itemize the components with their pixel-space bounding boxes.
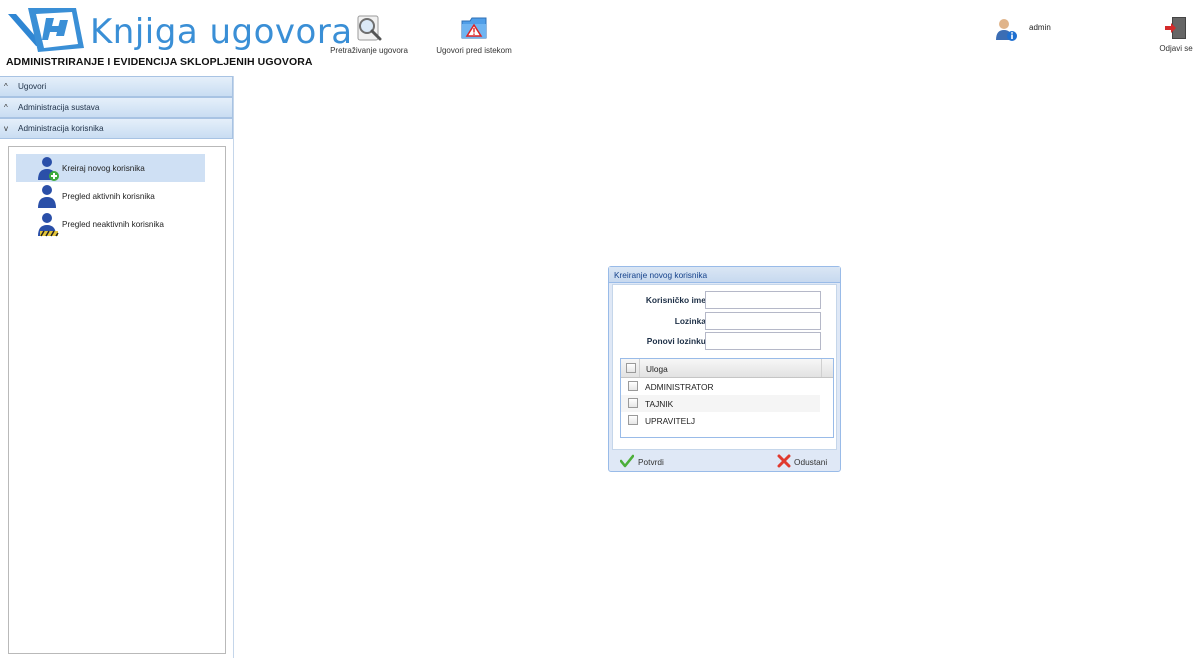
menu-item-label: Kreiraj novog korisnika bbox=[62, 164, 145, 173]
accordion-label: Ugovori bbox=[18, 82, 47, 91]
select-all-checkbox[interactable] bbox=[626, 363, 636, 373]
create-user-dialog: Kreiranje novog korisnika Korisničko ime… bbox=[608, 266, 841, 472]
accordion-administracija-korisnika[interactable]: v Administracija korisnika bbox=[0, 118, 233, 139]
accordion-ugovori[interactable]: ^ Ugovori bbox=[0, 76, 233, 97]
logo-subtitle: ADMINISTRIRANJE I EVIDENCIJA SKLOPLJENIH… bbox=[6, 56, 313, 68]
cancel-label: Odustani bbox=[794, 457, 828, 467]
search-contracts-label: Pretraživanje ugovora bbox=[330, 46, 408, 55]
repeat-password-row: Ponovi lozinku : bbox=[613, 332, 838, 350]
role-checkbox[interactable] bbox=[628, 415, 638, 425]
logout-label: Odjavi se bbox=[1159, 44, 1193, 53]
password-input[interactable] bbox=[705, 312, 821, 330]
confirm-label: Potvrdi bbox=[638, 457, 664, 467]
role-name: UPRAVITELJ bbox=[645, 416, 696, 426]
search-contracts-button[interactable]: Pretraživanje ugovora bbox=[326, 14, 412, 55]
magnifier-icon bbox=[357, 15, 382, 41]
confirm-button[interactable]: Potvrdi bbox=[620, 454, 680, 470]
user-info-icon bbox=[996, 19, 1017, 41]
sidebar: ^ Ugovori ^ Administracija sustava v Adm… bbox=[0, 76, 234, 658]
username-label: Korisničko ime : bbox=[645, 295, 711, 305]
role-checkbox[interactable] bbox=[628, 381, 638, 391]
logo-folder-icon bbox=[8, 8, 84, 52]
chevron-up-icon: ^ bbox=[4, 82, 8, 91]
role-checkbox[interactable] bbox=[628, 398, 638, 408]
user-icon bbox=[38, 185, 56, 208]
close-icon bbox=[777, 454, 791, 468]
username-row: Korisničko ime : bbox=[613, 291, 838, 309]
expiring-contracts-button[interactable]: Ugovori pred istekom bbox=[432, 14, 516, 55]
user-inactive-icon bbox=[38, 213, 59, 237]
menu-item-create-user[interactable]: Kreiraj novog korisnika bbox=[16, 154, 205, 182]
logout-button[interactable]: Odjavi se bbox=[1154, 16, 1198, 53]
role-name: ADMINISTRATOR bbox=[645, 382, 714, 392]
logo-title: Knjiga ugovora bbox=[90, 12, 353, 52]
accordion-administracija-sustava[interactable]: ^ Administracija sustava bbox=[0, 97, 233, 118]
repeat-password-input[interactable] bbox=[705, 332, 821, 350]
username-input[interactable] bbox=[705, 291, 821, 309]
menu-item-inactive-users[interactable]: Pregled neaktivnih korisnika bbox=[16, 210, 205, 238]
user-add-icon bbox=[38, 157, 59, 181]
role-name: TAJNIK bbox=[645, 399, 674, 409]
role-column-header[interactable]: Uloga bbox=[646, 364, 668, 374]
dialog-body: Korisničko ime : Lozinka : Ponovi lozink… bbox=[612, 284, 837, 450]
roles-grid: Uloga ADMINISTRATOR TAJNIK UPRAVITELJ bbox=[620, 358, 834, 438]
repeat-password-label: Ponovi lozinku : bbox=[646, 336, 711, 346]
password-row: Lozinka : bbox=[613, 312, 838, 330]
user-name: admin bbox=[1029, 23, 1051, 32]
door-exit-icon bbox=[1165, 17, 1186, 39]
chevron-down-icon: v bbox=[4, 124, 8, 133]
app-logo: Knjiga ugovora ADMINISTRIRANJE I EVIDENC… bbox=[6, 4, 352, 72]
accordion-label: Administracija sustava bbox=[18, 103, 100, 112]
dialog-footer: Potvrdi Odustani bbox=[609, 450, 840, 472]
user-admin-panel: Kreiraj novog korisnika Pregled aktivnih… bbox=[8, 146, 226, 654]
header: Knjiga ugovora ADMINISTRIRANJE I EVIDENC… bbox=[0, 0, 1200, 76]
expiring-contracts-label: Ugovori pred istekom bbox=[436, 46, 512, 55]
user-menu[interactable]: admin bbox=[994, 18, 1074, 44]
folder-warning-icon bbox=[461, 17, 487, 39]
grid-scroll-header bbox=[821, 359, 833, 377]
menu-item-label: Pregled neaktivnih korisnika bbox=[62, 220, 164, 229]
chevron-up-icon: ^ bbox=[4, 103, 8, 112]
dialog-title: Kreiranje novog korisnika bbox=[609, 267, 840, 283]
cancel-button[interactable]: Odustani bbox=[777, 454, 833, 470]
table-row[interactable]: TAJNIK bbox=[621, 395, 820, 412]
accordion-label: Administracija korisnika bbox=[18, 124, 104, 133]
checkmark-icon bbox=[620, 454, 634, 468]
select-all-cell bbox=[621, 359, 640, 377]
menu-item-active-users[interactable]: Pregled aktivnih korisnika bbox=[16, 182, 205, 210]
table-row[interactable]: UPRAVITELJ bbox=[621, 412, 820, 429]
menu-item-label: Pregled aktivnih korisnika bbox=[62, 192, 155, 201]
roles-grid-header: Uloga bbox=[621, 359, 833, 378]
table-row[interactable]: ADMINISTRATOR bbox=[621, 378, 820, 395]
